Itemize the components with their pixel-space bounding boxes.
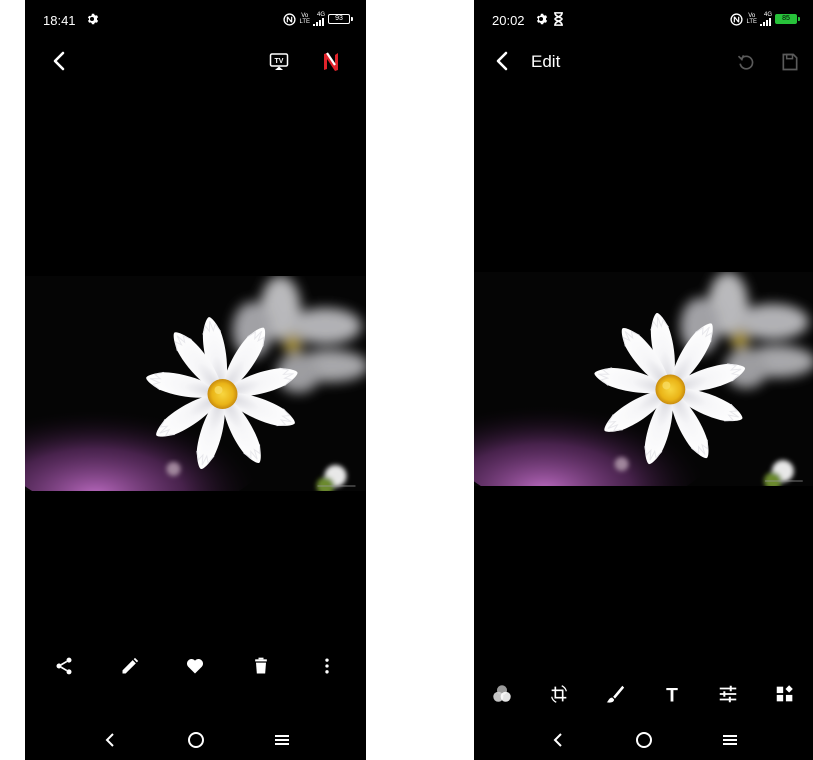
signal-icon	[313, 18, 324, 26]
settings-gear-icon	[536, 13, 548, 25]
filter-icon	[493, 685, 511, 702]
nav-menu-button[interactable]	[239, 722, 325, 758]
right-phone-screen: 20:02 Vo LTE 4G 85 Edit T	[474, 0, 813, 760]
photo-image[interactable]	[25, 276, 366, 491]
more-tools-icon	[776, 685, 793, 702]
crop-rotate-tool[interactable]	[542, 677, 576, 711]
battery-charging-icon: 85	[775, 14, 800, 24]
nav-menu-icon	[722, 735, 737, 745]
hourglass-icon	[554, 12, 563, 26]
delete-button[interactable]	[244, 649, 278, 683]
battery-level: 85	[782, 15, 790, 22]
nav-back-button[interactable]	[515, 722, 601, 758]
system-nav-bar	[25, 720, 366, 760]
nav-back-button[interactable]	[67, 722, 153, 758]
nav-home-button[interactable]	[601, 722, 687, 758]
page-title: Edit	[531, 52, 561, 71]
share-icon	[56, 657, 72, 675]
status-bar: 18:41 Vo LTE 4G 93	[25, 0, 366, 42]
nfc-icon	[283, 12, 297, 26]
n-app-icon[interactable]	[321, 51, 341, 72]
left-phone-screen: 18:41 Vo LTE 4G 93 TV	[25, 0, 366, 760]
crop-rotate-icon	[550, 685, 567, 703]
more-tools-tool[interactable]	[768, 677, 802, 711]
nav-back-icon	[553, 733, 562, 747]
battery-level: 93	[335, 15, 343, 22]
viewer-app-bar: TV	[25, 42, 366, 80]
more-options-button[interactable]	[310, 649, 344, 683]
heart-icon	[187, 659, 204, 674]
lte-label: LTE	[746, 19, 757, 25]
nav-menu-button[interactable]	[687, 722, 773, 758]
reset-icon[interactable]	[736, 52, 756, 72]
text-tool[interactable]: T	[655, 677, 689, 711]
brush-tool[interactable]	[598, 677, 632, 711]
nav-home-button[interactable]	[153, 722, 239, 758]
favorite-button[interactable]	[178, 649, 212, 683]
status-time: 20:02	[492, 13, 525, 28]
nav-back-icon	[105, 733, 114, 747]
nfc-icon	[730, 12, 744, 26]
share-button[interactable]	[47, 649, 81, 683]
settings-gear-icon	[87, 13, 99, 25]
photo-image[interactable]	[474, 272, 813, 486]
more-vert-icon	[325, 658, 329, 674]
back-arrow-icon[interactable]	[494, 51, 512, 71]
adjust-tool[interactable]	[711, 677, 745, 711]
pencil-icon	[122, 657, 138, 674]
editor-app-bar: Edit	[474, 42, 813, 80]
status-bar: 20:02 Vo LTE 4G 85	[474, 0, 813, 42]
lte-label: LTE	[299, 19, 310, 25]
back-arrow-icon[interactable]	[51, 51, 69, 71]
battery-icon: 93	[328, 14, 353, 24]
trash-icon	[255, 657, 268, 674]
nav-menu-icon	[274, 735, 289, 745]
system-nav-bar	[474, 720, 813, 760]
save-icon[interactable]	[780, 52, 800, 72]
status-right-cluster: Vo LTE 4G 93	[283, 12, 353, 26]
status-time: 18:41	[43, 13, 76, 28]
text-tool-label: T	[666, 685, 678, 705]
editor-toolbar: T	[474, 677, 813, 711]
adjust-icon	[720, 685, 737, 703]
viewer-toolbar	[25, 649, 366, 683]
tv-label: TV	[275, 58, 284, 65]
signal-icon	[760, 18, 771, 26]
brush-icon	[607, 685, 625, 703]
text-icon: T	[666, 685, 678, 705]
cast-tv-icon[interactable]: TV	[269, 52, 289, 72]
filter-tool[interactable]	[485, 677, 519, 711]
status-right-cluster: Vo LTE 4G 85	[730, 12, 800, 26]
nav-home-icon	[187, 732, 204, 748]
nav-home-icon	[635, 732, 652, 748]
edit-button[interactable]	[113, 649, 147, 683]
